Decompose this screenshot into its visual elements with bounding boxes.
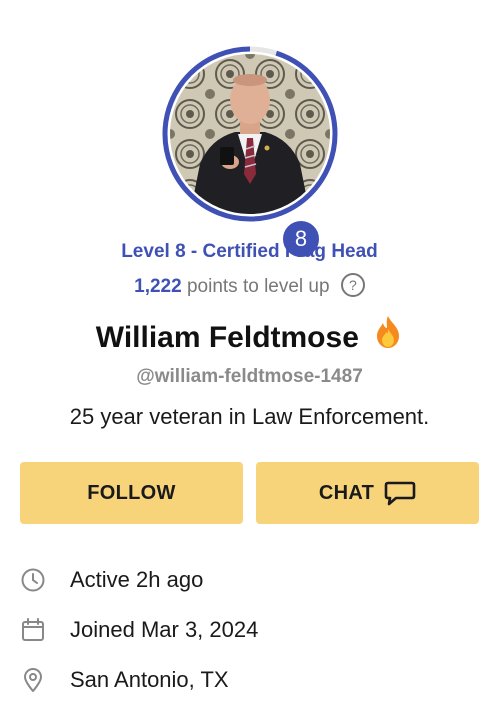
avatar-container: 8 [160,44,340,260]
clock-icon [20,567,46,593]
info-row-active: Active 2h ago [20,565,203,595]
avatar[interactable] [170,54,330,214]
follow-button-label: FOLLOW [87,481,176,504]
info-row-location: San Antonio, TX [20,665,229,695]
follow-button[interactable]: FOLLOW [20,462,243,524]
points-suffix: points to level up [186,276,330,298]
user-bio: 25 year veteran in Law Enforcement. [69,404,430,429]
calendar-icon [20,617,46,643]
user-handle: @william-feldtmose-1487 [136,366,363,387]
active-status: Active 2h ago [70,567,204,592]
points-to-level-row: 1,222 points to level up ? [0,273,499,299]
info-row-joined: Joined Mar 3, 2024 [20,615,258,645]
points-value: 1,222 [134,276,182,298]
user-name: William Feldtmose [95,320,359,354]
location-pin-icon [20,667,46,693]
flame-icon [373,315,403,357]
chat-button-label: CHAT [318,481,375,504]
chat-button[interactable]: CHAT [256,462,479,524]
joined-date: Joined Mar 3, 2024 [70,617,259,642]
chat-bubble-icon [384,481,416,506]
location: San Antonio, TX [70,667,229,692]
user-name-row: William Feldtmose [0,315,499,360]
help-icon[interactable]: ? [340,273,365,297]
level-title: Level 8 - Certified Frag Head [121,241,378,262]
